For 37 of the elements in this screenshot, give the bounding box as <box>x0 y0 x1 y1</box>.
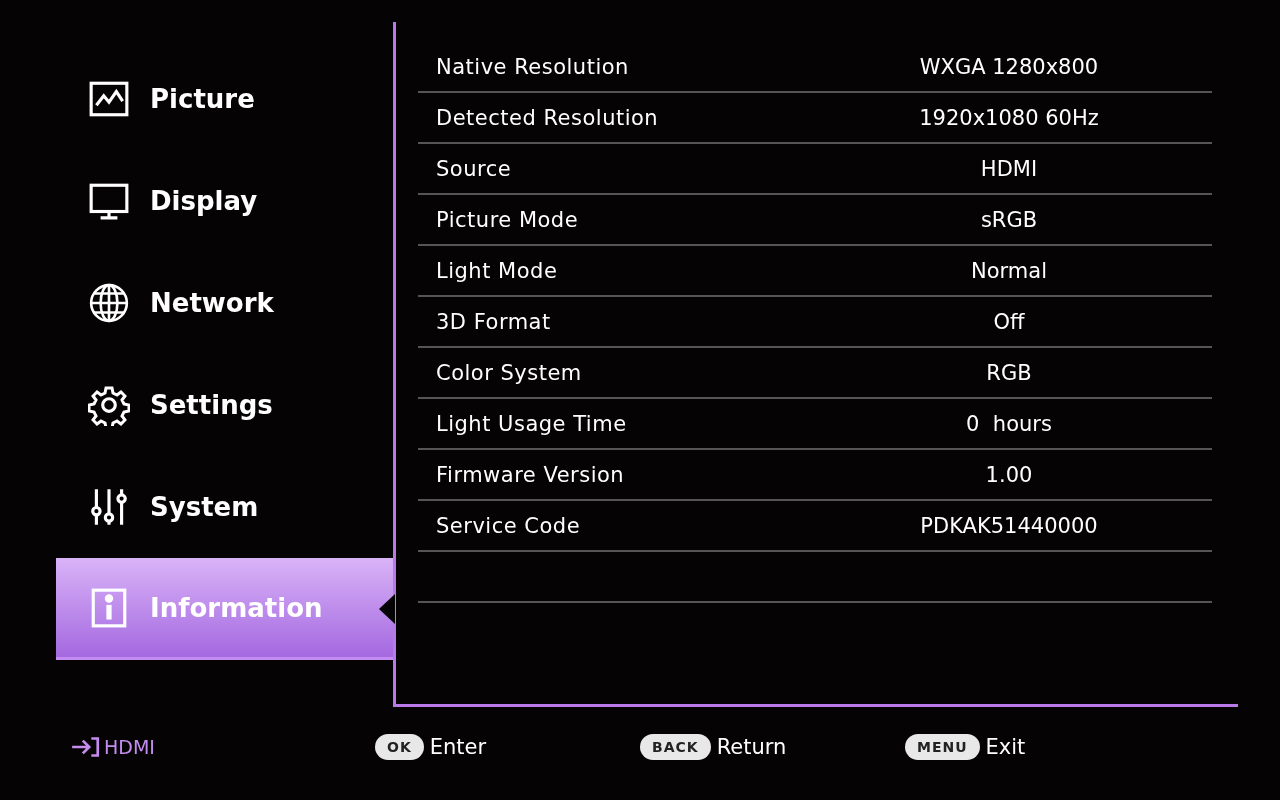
info-label: Service Code <box>435 513 582 538</box>
menu-item[interactable]: Network <box>56 252 393 354</box>
settings-icon <box>88 384 130 426</box>
info-value: Normal <box>970 258 1048 283</box>
menu-item[interactable]: System <box>56 456 393 558</box>
info-value: HDMI <box>979 156 1039 181</box>
source-label: HDMI <box>104 736 155 758</box>
info-label: Light Mode <box>435 258 559 283</box>
info-value: PDKAK51440000 <box>919 513 1099 538</box>
menu-item[interactable]: Picture <box>56 48 393 150</box>
key-action: Enter <box>429 735 487 759</box>
info-value: 0 hours <box>965 411 1053 436</box>
info-label: Source <box>435 156 513 181</box>
remote-key: OK <box>375 734 424 760</box>
key-action: Exit <box>985 735 1026 759</box>
remote-key: MENU <box>905 734 980 760</box>
info-label: Light Usage Time <box>435 411 628 436</box>
remote-key: BACK <box>640 734 711 760</box>
key-action: Return <box>716 735 787 759</box>
menu-item[interactable]: Display <box>56 150 393 252</box>
pointer-notch <box>379 594 395 624</box>
input-arrow-icon <box>70 736 102 758</box>
sliders-icon <box>88 486 130 528</box>
info-value: 1920x1080 60Hz <box>918 105 1100 130</box>
info-value: Off <box>992 309 1026 334</box>
menu-item[interactable]: Settings <box>56 354 393 456</box>
info-value: sRGB <box>979 207 1039 232</box>
info-value: WXGA 1280x800 <box>918 54 1100 79</box>
info-label: Native Resolution <box>435 54 630 79</box>
info-value: RGB <box>985 360 1033 385</box>
globe-icon <box>88 282 130 324</box>
info-value: 1.00 <box>984 462 1034 487</box>
info-label: Color System <box>435 360 583 385</box>
info-label: Detected Resolution <box>435 105 660 130</box>
info-label: 3D Format <box>435 309 552 334</box>
info-label: Picture Mode <box>435 207 580 232</box>
info-label: Firmware Version <box>435 462 626 487</box>
